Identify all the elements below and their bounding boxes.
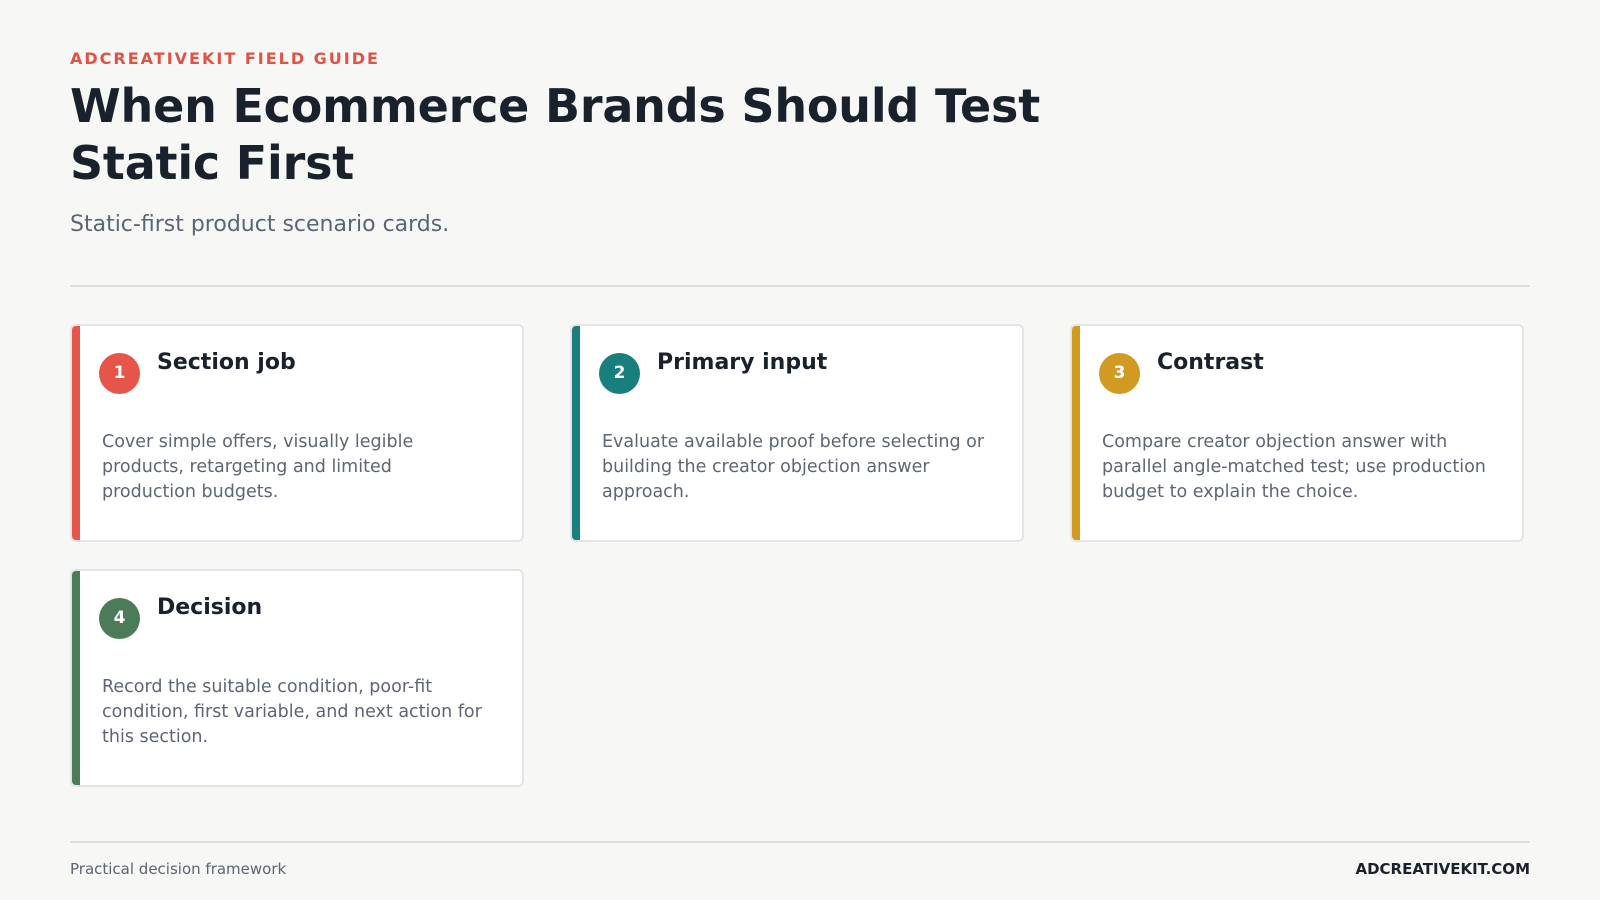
card-body: Evaluate available proof before selectin… [602,432,985,502]
bottom-divider [70,841,1530,843]
page-title: When Ecommerce Brands Should Test Static… [70,79,1041,190]
card-body: Record the suitable condition, poor-fit … [102,677,482,747]
scenario-card-primary-input: 2 Primary input Evaluate available proof… [570,324,1024,542]
card-number-badge: 4 [99,598,140,639]
card-accent-bar [72,571,80,785]
card-title: Contrast [1157,350,1264,375]
footer-site-link[interactable]: ADCREATIVEKIT.COM [1355,860,1530,878]
card-title: Primary input [657,350,828,375]
card-accent-bar [1072,326,1080,540]
card-title: Decision [157,595,263,620]
scenario-card-section-job: 1 Section job Cover simple offers, visua… [70,324,524,542]
eyebrow-label: ADCREATIVEKIT FIELD GUIDE [70,49,380,68]
card-number-badge: 2 [599,353,640,394]
card-number-badge: 3 [1099,353,1140,394]
card-body: Cover simple offers, visually legible pr… [102,432,414,502]
card-accent-bar [572,326,580,540]
card-number-badge: 1 [99,353,140,394]
card-title: Section job [157,350,296,375]
footer-tagline: Practical decision framework [70,860,287,878]
page: ADCREATIVEKIT FIELD GUIDE When Ecommerce… [70,0,1530,900]
top-divider [70,285,1530,287]
scenario-card-decision: 4 Decision Record the suitable condition… [70,569,524,787]
card-body: Compare creator objection answer with pa… [1102,432,1486,502]
card-accent-bar [72,326,80,540]
page-subtitle: Static-first product scenario cards. [70,212,450,237]
scenario-card-contrast: 3 Contrast Compare creator objection ans… [1070,324,1524,542]
